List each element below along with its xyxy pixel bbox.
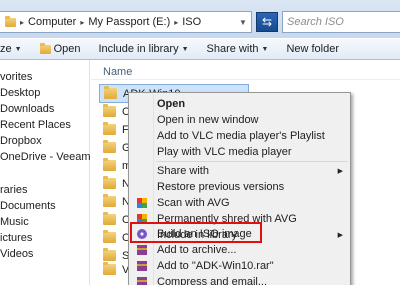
menu-item-vlc-play[interactable]: Play with VLC media player: [131, 144, 349, 160]
include-label: Include in library: [98, 43, 179, 55]
nav-item-documents[interactable]: Documents: [0, 199, 56, 213]
new-folder-button[interactable]: New folder: [274, 43, 345, 55]
organize-button[interactable]: ze ▼: [0, 43, 28, 55]
new-folder-label: New folder: [286, 43, 340, 55]
header-divider: [91, 79, 400, 80]
open-button[interactable]: Open: [28, 42, 87, 55]
chevron-right-icon[interactable]: ▸: [80, 18, 84, 27]
context-menu: Open Open in new window Add to VLC media…: [128, 92, 351, 285]
command-bar: ze ▼ Open Include in library ▼ Share wit…: [0, 38, 400, 60]
winrar-icon: [137, 261, 147, 271]
menu-item-label: Add to VLC media player's Playlist: [157, 130, 325, 142]
menu-item-restore-versions[interactable]: Restore previous versions: [131, 179, 349, 195]
menu-item-scan-avg[interactable]: Scan with AVG: [131, 195, 349, 211]
chevron-right-icon[interactable]: ▸: [174, 18, 178, 27]
folder-icon: [103, 212, 116, 225]
menu-item-compress-email[interactable]: Compress and email...: [131, 274, 349, 285]
folder-icon: [103, 158, 116, 171]
avg-icon: [137, 198, 147, 208]
menu-item-label: Open: [157, 98, 186, 110]
folder-icon: [103, 104, 116, 117]
menu-item-label: Compress and email...: [157, 276, 268, 285]
folder-icon: [103, 140, 116, 153]
chevron-right-icon: ▶: [337, 168, 343, 175]
chevron-down-icon: ▼: [181, 45, 189, 53]
folder-open-icon: [39, 42, 51, 54]
menu-separator: [156, 161, 348, 162]
folder-icon: [104, 86, 117, 99]
highlight-annotation: [130, 222, 262, 243]
breadcrumb-iso[interactable]: ISO: [182, 16, 201, 28]
share-label: Share with: [206, 43, 259, 55]
menu-item-open[interactable]: Open: [131, 96, 349, 112]
folder-icon: [103, 194, 116, 207]
refresh-icon: ⇆: [261, 15, 273, 29]
folder-icon: [103, 122, 116, 135]
folder-icon: [103, 262, 116, 275]
winrar-icon: [137, 245, 147, 255]
menu-item-label: Add to archive...: [157, 244, 237, 256]
share-with-button[interactable]: Share with ▼: [195, 43, 275, 55]
menu-item-label: Play with VLC media player: [157, 146, 292, 158]
menu-item-vlc-playlist[interactable]: Add to VLC media player's Playlist: [131, 128, 349, 144]
menu-item-label: Scan with AVG: [157, 197, 230, 209]
menu-item-label: Restore previous versions: [157, 181, 285, 193]
chevron-down-icon[interactable]: ▼: [235, 12, 251, 32]
nav-item-dropbox[interactable]: Dropbox: [0, 134, 42, 148]
search-placeholder: Search ISO: [287, 16, 344, 28]
nav-item-favorites[interactable]: vorites: [0, 70, 32, 84]
menu-item-label: Add to "ADK-Win10.rar": [157, 260, 274, 272]
chevron-down-icon: ▼: [14, 45, 22, 53]
open-label: Open: [53, 43, 81, 55]
address-bar[interactable]: ▸ Computer ▸ My Passport (E:) ▸ ISO ▼: [0, 11, 252, 33]
nav-item-libraries[interactable]: raries: [0, 183, 28, 197]
nav-item-pictures[interactable]: ictures: [0, 231, 32, 245]
folder-icon: [103, 230, 116, 243]
nav-item-desktop[interactable]: Desktop: [0, 86, 40, 100]
menu-item-add-to-rar[interactable]: Add to "ADK-Win10.rar": [131, 258, 349, 274]
folder-icon: [103, 176, 116, 189]
organize-label: ze: [0, 43, 12, 55]
chevron-right-icon[interactable]: ▸: [20, 18, 24, 27]
nav-item-recent-places[interactable]: Recent Places: [0, 118, 71, 132]
chevron-down-icon: ▼: [261, 45, 269, 53]
winrar-icon: [137, 277, 147, 285]
breadcrumb-drive[interactable]: My Passport (E:): [88, 16, 170, 28]
nav-item-downloads[interactable]: Downloads: [0, 102, 54, 116]
folder-icon: [5, 15, 16, 27]
nav-item-videos[interactable]: Videos: [0, 247, 33, 261]
include-in-library-button[interactable]: Include in library ▼: [86, 43, 194, 55]
search-input[interactable]: Search ISO: [282, 11, 400, 33]
nav-item-music[interactable]: Music: [0, 215, 29, 229]
menu-item-add-archive[interactable]: Add to archive...: [131, 242, 349, 258]
refresh-button[interactable]: ⇆: [256, 12, 278, 32]
address-bar-row: ▸ Computer ▸ My Passport (E:) ▸ ISO ▼ ⇆ …: [0, 0, 400, 38]
column-header-name[interactable]: Name: [103, 66, 132, 78]
menu-item-label: Open in new window: [157, 114, 259, 126]
menu-item-open-new-window[interactable]: Open in new window: [131, 112, 349, 128]
menu-item-share-with[interactable]: Share with ▶: [131, 163, 349, 179]
navigation-pane[interactable]: vorites Desktop Downloads Recent Places …: [0, 60, 113, 285]
breadcrumb-computer[interactable]: Computer: [28, 16, 76, 28]
menu-item-label: Share with: [157, 165, 209, 177]
